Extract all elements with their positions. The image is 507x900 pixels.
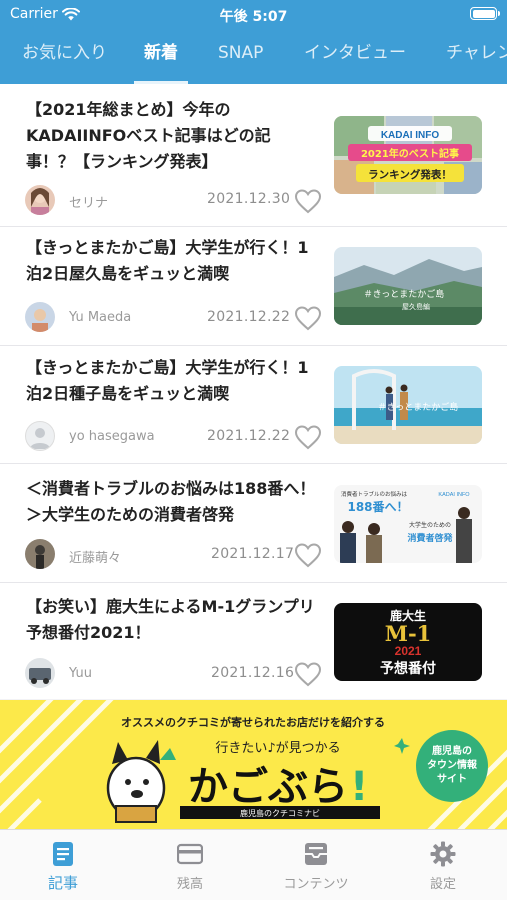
tab-challenge[interactable]: チャレン [446,30,507,84]
app-header: Carrier 午後 5:07 お気に入り 新着 SNAP インタビュー チャレ… [0,0,507,84]
article-title: 【きっとまたかご島】大学生が行く！1泊2日種子島をギュッと満喫 [26,358,309,403]
thumb-text-5: 消費者啓発 [407,532,453,544]
heart-icon[interactable] [294,542,322,568]
author-avatar [25,185,55,215]
banner-tagline: 行きたい♪が見つかる [215,741,340,756]
thumb-text-2: 2021年のベスト記事 [361,147,459,160]
article-item[interactable]: 【お笑い】鹿大生によるM-1グランプリ予想番付2021！ Yuu 2021.12… [0,583,507,699]
banner-badge-3: サイト [437,773,467,785]
thumb-text-1: ＃きっとまたかご島 [378,401,459,413]
author-name: セリナ [69,196,109,211]
thumb-text-1: KADAI INFO [381,130,440,141]
category-tabs: お気に入り 新着 SNAP インタビュー チャレン [0,30,507,84]
thumb-text-3: KADAI INFO [438,492,470,498]
tab-interview[interactable]: インタビュー [304,30,406,84]
thumb-text-2: 屋久島編 [402,302,430,311]
tabbar-label: 残高 [176,877,203,892]
tabbar-item-contents[interactable]: コンテンツ [253,830,379,900]
tabbar-label: コンテンツ [283,877,349,892]
article-date: 2021.12.22 [207,309,291,325]
article-thumbnail: 消費者トラブルのお悩みは 188番へ！ KADAI INFO 大学生のための 消… [334,485,482,563]
heart-icon[interactable] [294,661,322,687]
thumb-text-2: M-1 [385,621,432,646]
author-avatar [25,421,55,451]
banner-badge-2: タウン情報 [427,758,478,771]
gear-icon [430,841,456,867]
author-avatar [25,658,55,688]
article-date: 2021.12.30 [207,191,291,207]
card-icon [177,843,203,865]
article-thumbnail: 鹿大生 M-1 2021 予想番付 [334,603,482,681]
banner-logo-mark: ! [350,764,368,810]
article-thumbnail: ＃きっとまたかご島 屋久島編 [334,247,482,325]
banner-badge-1: 鹿児島の [432,744,472,757]
thumb-text-1: ＃きっとまたかご島 [364,288,445,300]
bottom-tab-bar: 記事 残高 コンテンツ 設定 [0,829,507,900]
article-title: 【お笑い】鹿大生によるM-1グランプリ予想番付2021！ [26,597,315,642]
banner-logo: かごぶら [188,764,348,810]
tab-new[interactable]: 新着 [134,30,188,84]
article-item[interactable]: ＜消費者トラブルのお悩みは188番へ！＞大学生のための消費者啓発 近藤萌々 20… [0,464,507,583]
article-title: ＜消費者トラブルのお悩みは188番へ！＞大学生のための消費者啓発 [26,479,316,524]
article-date: 2021.12.16 [211,665,295,681]
author-name: Yu Maeda [69,310,132,325]
heart-icon[interactable] [294,188,322,214]
tabbar-item-articles[interactable]: 記事 [0,830,126,900]
thumb-text-4: 予想番付 [380,660,436,677]
article-thumbnail: KADAI INFO 2021年のベスト記事 ランキング発表！ [334,116,482,194]
status-bar: Carrier 午後 5:07 [0,0,507,30]
thumb-text-2: 188番へ！ [347,499,408,514]
article-item[interactable]: 【きっとまたかご島】大学生が行く！1泊2日種子島をギュッと満喫 yo haseg… [0,346,507,464]
status-time: 午後 5:07 [219,9,288,25]
article-title: 【2021年総まとめ】今年のKADAIINFOベスト記事はどの記事！？【ランキン… [26,100,271,171]
tabbar-item-settings[interactable]: 設定 [380,830,506,900]
tabbar-item-balance[interactable]: 残高 [127,830,253,900]
article-title: 【きっとまたかご島】大学生が行く！1泊2日屋久島をギュッと満喫 [26,238,309,283]
banner-top-text: オススメのクチコミが寄せられたお店だけを紹介する [121,715,385,729]
heart-icon[interactable] [294,424,322,450]
ad-banner[interactable]: オススメのクチコミが寄せられたお店だけを紹介する 行きたい♪が見つかる かごぶら… [0,700,507,829]
article-date: 2021.12.17 [211,546,295,562]
heart-icon[interactable] [294,305,322,331]
author-name: yo hasegawa [69,429,155,444]
thumb-text-3: ランキング発表！ [368,168,452,181]
author-name: Yuu [69,666,92,681]
article-item[interactable]: 【2021年総まとめ】今年のKADAIINFOベスト記事はどの記事！？【ランキン… [0,84,507,227]
article-date: 2021.12.22 [207,428,291,444]
author-avatar [25,302,55,332]
thumb-text-3: 2021 [395,644,422,658]
battery-full-icon [470,7,500,20]
tabbar-label: 記事 [47,874,78,892]
tabbar-label: 設定 [429,877,456,892]
article-icon [53,842,73,866]
author-name: 近藤萌々 [69,551,122,566]
thumb-text-4: 大学生のための [409,521,451,529]
tab-snap[interactable]: SNAP [218,30,263,84]
article-feed-list: 【2021年総まとめ】今年のKADAIINFOベスト記事はどの記事！？【ランキン… [0,84,507,699]
inbox-icon [305,843,327,865]
article-item[interactable]: 【きっとまたかご島】大学生が行く！1泊2日屋久島をギュッと満喫 Yu Maeda… [0,227,507,346]
tab-favorites[interactable]: お気に入り [22,30,107,84]
article-thumbnail: ＃きっとまたかご島 [334,366,482,444]
banner-sub: 鹿児島のクチコミナビ [240,808,320,818]
thumb-text-1: 消費者トラブルのお悩みは [341,490,408,498]
author-avatar [25,539,55,569]
